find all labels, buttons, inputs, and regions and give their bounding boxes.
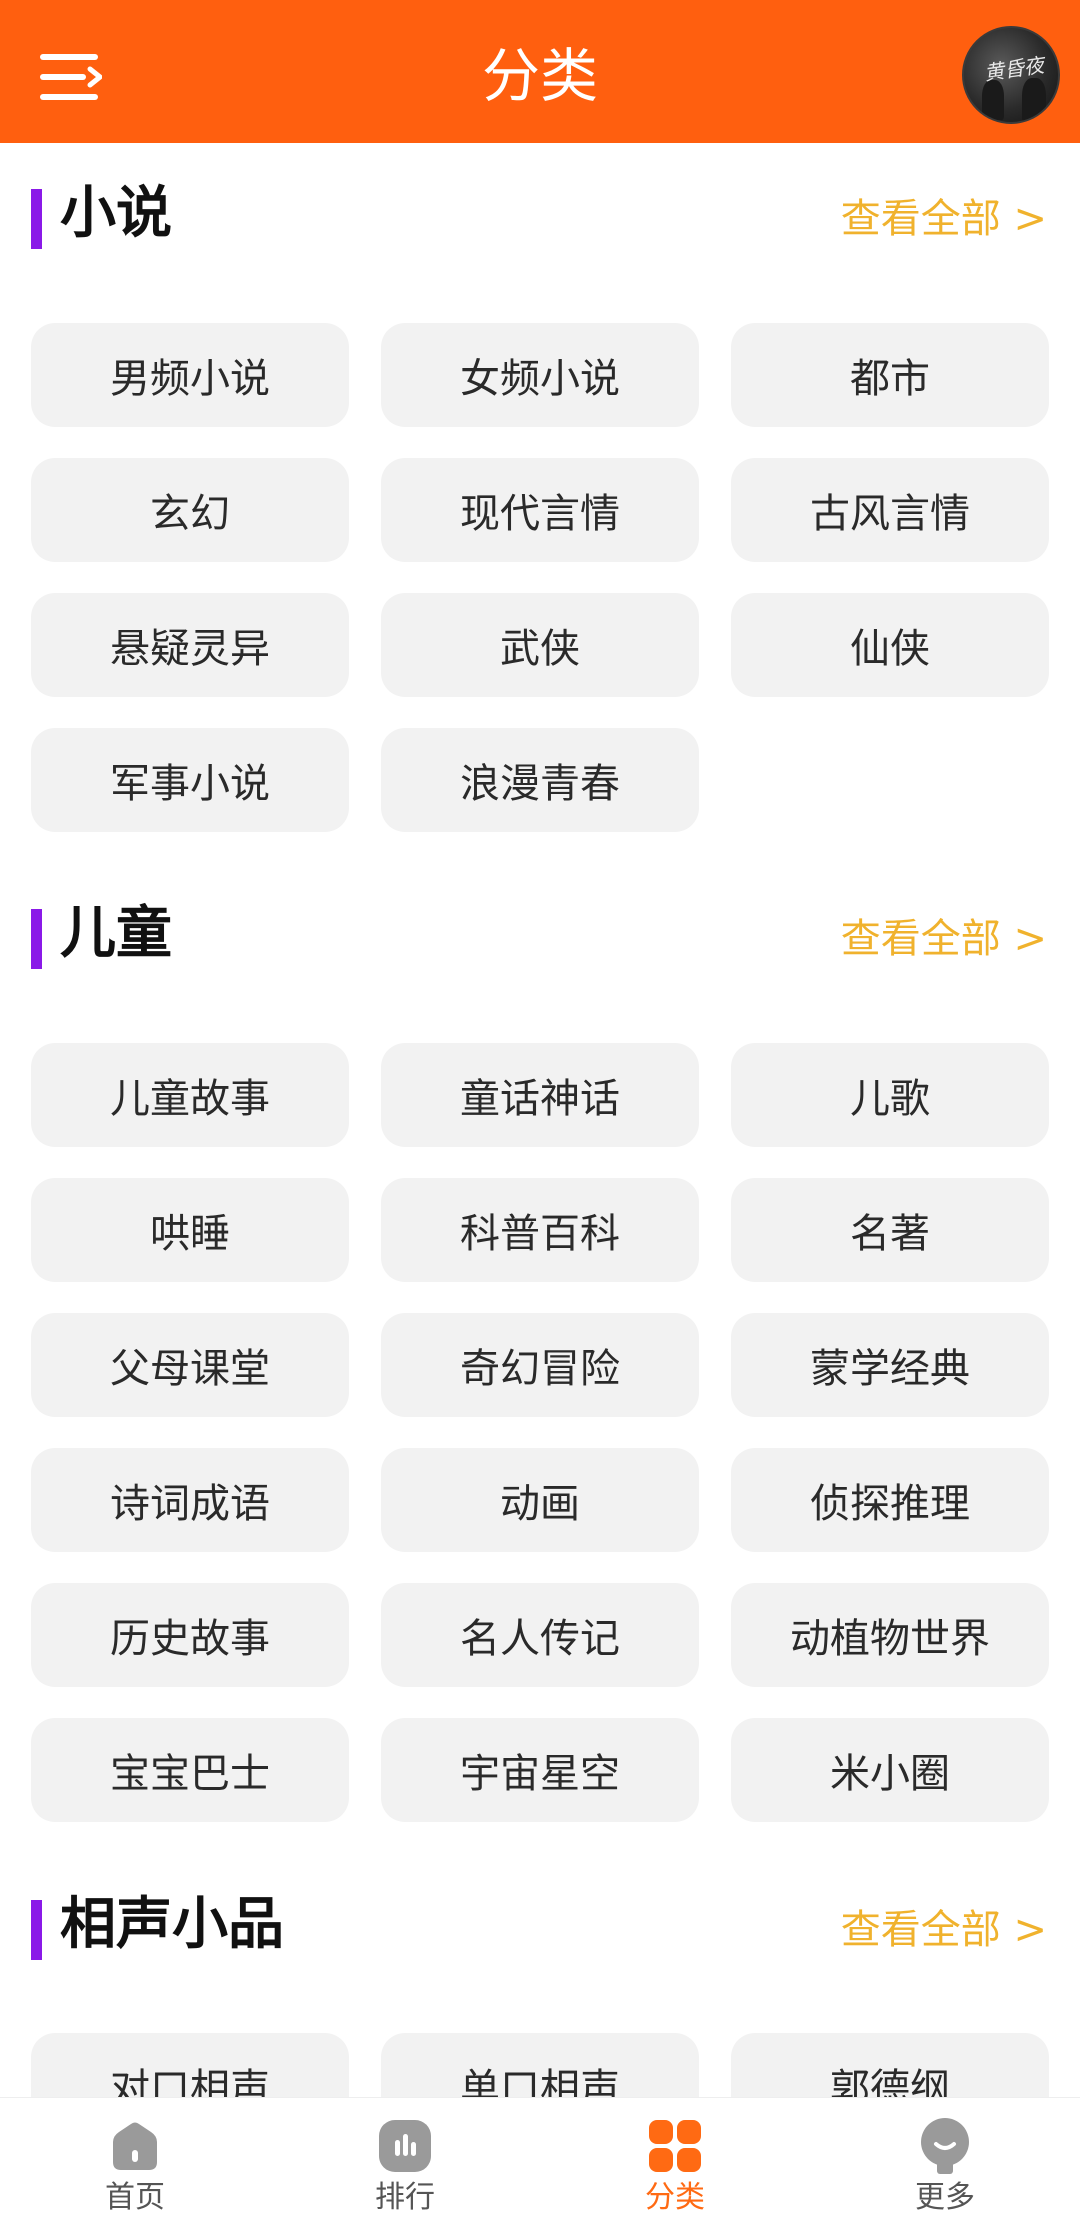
category-pill[interactable]: 浪漫青春 (381, 728, 699, 832)
category-pill[interactable]: 宝宝巴士 (31, 1718, 349, 1822)
section-title: 儿童 (60, 901, 172, 966)
page-title: 分类 (481, 42, 598, 110)
section-accent-bar (31, 909, 42, 969)
tab-label: 排行 (375, 2180, 435, 2215)
bottom-tab-bar: 首页 排行 分类 更多 (0, 2097, 1080, 2238)
category-pill[interactable]: 科普百科 (381, 1178, 699, 1282)
category-pill[interactable]: 玄幻 (31, 458, 349, 562)
category-pill[interactable]: 名人传记 (381, 1583, 699, 1687)
category-pill[interactable]: 古风言情 (731, 458, 1049, 562)
category-pill[interactable]: 对口相声 (31, 2033, 349, 2097)
tab-more[interactable]: 更多 (810, 2098, 1080, 2238)
ranking-icon (379, 2120, 431, 2172)
see-all-link[interactable]: 查看全部 > (841, 189, 1047, 249)
category-pill[interactable]: 都市 (731, 323, 1049, 427)
category-icon (649, 2120, 701, 2172)
tab-label: 首页 (105, 2180, 165, 2215)
category-pill[interactable]: 儿歌 (731, 1043, 1049, 1147)
category-pill[interactable]: 父母课堂 (31, 1313, 349, 1417)
avatar[interactable]: 黄昏夜 (962, 26, 1060, 124)
category-pill[interactable]: 悬疑灵异 (31, 593, 349, 697)
tab-ranking[interactable]: 排行 (270, 2098, 540, 2238)
category-pill[interactable]: 诗词成语 (31, 1448, 349, 1552)
category-pill[interactable]: 动植物世界 (731, 1583, 1049, 1687)
menu-button[interactable] (40, 52, 103, 102)
menu-icon (40, 54, 103, 100)
section-title: 小说 (60, 181, 172, 246)
category-pill[interactable]: 宇宙星空 (381, 1718, 699, 1822)
tab-label: 分类 (645, 2180, 705, 2215)
category-pill[interactable]: 名著 (731, 1178, 1049, 1282)
category-pill[interactable]: 侦探推理 (731, 1448, 1049, 1552)
section-accent-bar (31, 189, 42, 249)
category-content[interactable]: 小说 查看全部 > 男频小说 女频小说 都市 玄幻 现代言情 古风言情 悬疑灵异… (0, 143, 1080, 2097)
category-pill[interactable]: 男频小说 (31, 323, 349, 427)
category-pill[interactable]: 哄睡 (31, 1178, 349, 1282)
category-pill[interactable]: 童话神话 (381, 1043, 699, 1147)
category-pill[interactable]: 奇幻冒险 (381, 1313, 699, 1417)
see-all-link[interactable]: 查看全部 > (841, 1900, 1047, 1960)
category-pill[interactable]: 单口相声 (381, 2033, 699, 2097)
category-pill[interactable]: 蒙学经典 (731, 1313, 1049, 1417)
category-pill[interactable]: 儿童故事 (31, 1043, 349, 1147)
tab-home[interactable]: 首页 (0, 2098, 270, 2238)
section-accent-bar (31, 1900, 42, 1960)
tab-label: 更多 (915, 2180, 975, 2215)
category-pill[interactable]: 女频小说 (381, 323, 699, 427)
category-pill[interactable]: 动画 (381, 1448, 699, 1552)
section-title: 相声小品 (60, 1892, 284, 1957)
category-pill[interactable]: 仙侠 (731, 593, 1049, 697)
category-pill[interactable]: 郭德纲 (731, 2033, 1049, 2097)
see-all-link[interactable]: 查看全部 > (841, 909, 1047, 969)
home-icon (113, 2122, 157, 2170)
category-pill[interactable]: 现代言情 (381, 458, 699, 562)
category-pill[interactable]: 历史故事 (31, 1583, 349, 1687)
category-pill[interactable]: 米小圈 (731, 1718, 1049, 1822)
more-icon (921, 2118, 969, 2174)
category-pill[interactable]: 军事小说 (31, 728, 349, 832)
app-header: 分类 黄昏夜 (0, 0, 1080, 143)
tab-category[interactable]: 分类 (540, 2098, 810, 2238)
category-pill[interactable]: 武侠 (381, 593, 699, 697)
